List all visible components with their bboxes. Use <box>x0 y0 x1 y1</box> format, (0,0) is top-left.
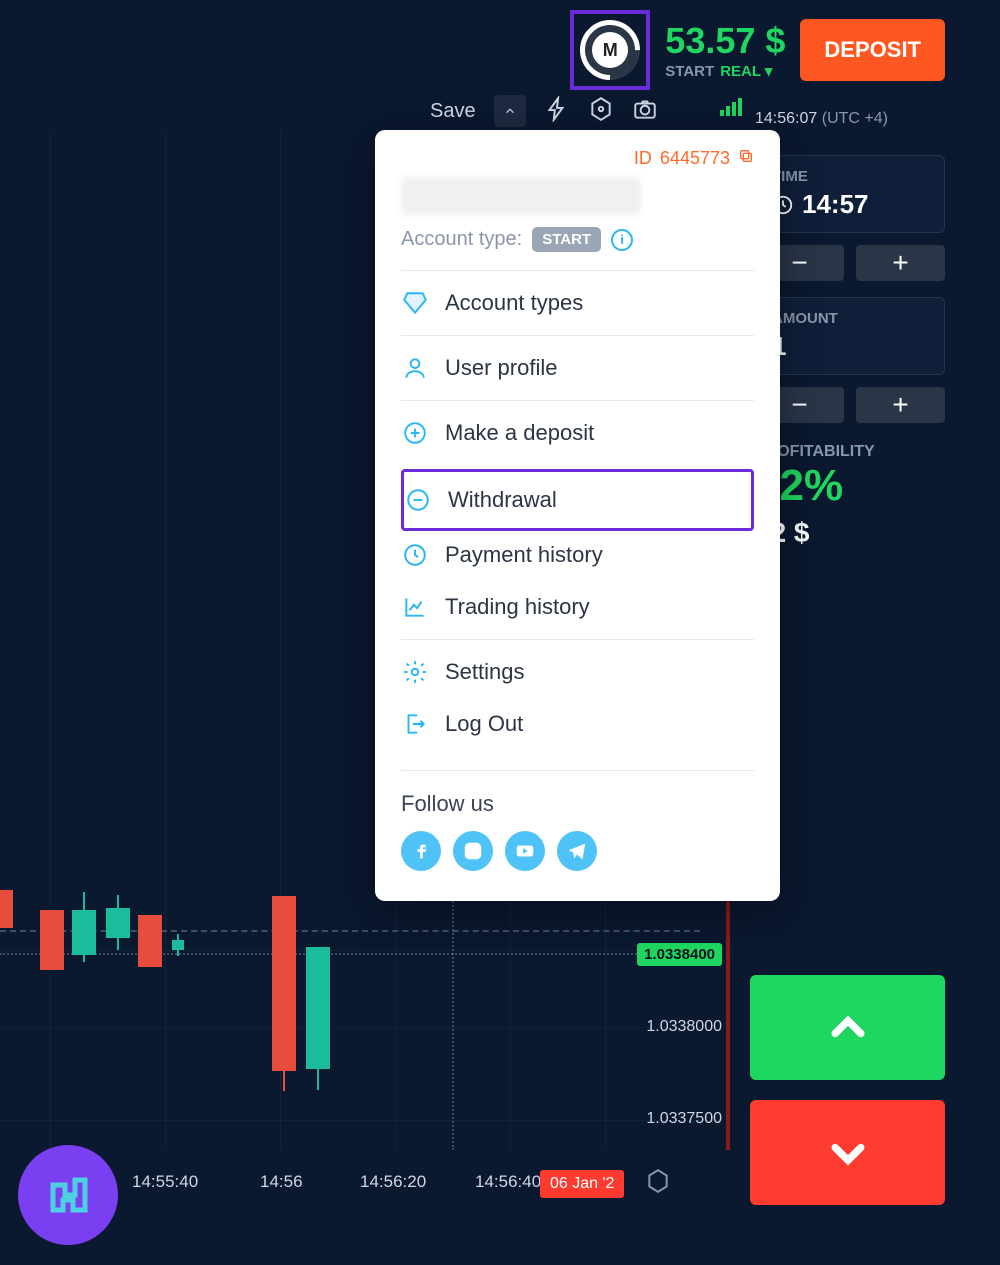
put-down-button[interactable] <box>750 1100 945 1205</box>
logout-icon <box>401 710 429 738</box>
copy-icon[interactable] <box>738 148 754 169</box>
clock-icon <box>401 541 429 569</box>
start-label: START <box>665 63 714 80</box>
time-label-0: 14:55:40 <box>132 1172 198 1192</box>
avatar-button[interactable]: M <box>580 20 640 80</box>
brand-logo[interactable] <box>18 1145 118 1245</box>
current-price-line <box>0 953 700 955</box>
account-type-badge: START <box>532 227 601 252</box>
menu-account-types[interactable]: Account types <box>401 270 754 335</box>
time-label-3: 14:56:40 <box>475 1172 541 1192</box>
account-mode-selector[interactable]: START REAL ▾ <box>665 62 785 80</box>
minus-circle-icon <box>404 486 432 514</box>
balance-amount: 53.57 $ <box>665 20 785 62</box>
facebook-icon[interactable] <box>401 831 441 871</box>
camera-icon[interactable] <box>632 96 658 127</box>
user-id: 6445773 <box>660 148 730 169</box>
chart-icon <box>401 593 429 621</box>
profitability-label: PROFITABILITY <box>755 443 945 461</box>
profitability-percent: 82% <box>755 461 945 511</box>
date-tag: 06 Jan '2 <box>540 1170 624 1198</box>
info-icon[interactable]: i <box>611 229 633 251</box>
menu-payment-history[interactable]: Payment history <box>401 535 754 587</box>
time-label-1: 14:56 <box>260 1172 303 1192</box>
price-label-0: 1.0338000 <box>646 1018 722 1036</box>
avatar-highlight: M <box>570 10 650 90</box>
signal-bars-icon <box>720 98 742 116</box>
youtube-icon[interactable] <box>505 831 545 871</box>
entry-line <box>0 930 700 932</box>
time-value: 14:57 <box>802 189 869 220</box>
amount-label: AMOUNT <box>772 310 928 327</box>
telegram-icon[interactable] <box>557 831 597 871</box>
call-up-button[interactable] <box>750 975 945 1080</box>
user-icon <box>401 354 429 382</box>
account-type-label: Account type: <box>401 228 522 251</box>
timezone-label: (UTC +4) <box>822 110 888 127</box>
amount-box[interactable]: AMOUNT 1 <box>755 297 945 375</box>
chevron-up-button[interactable] <box>494 95 526 127</box>
amount-plus-button[interactable]: + <box>856 387 945 423</box>
withdrawal-highlight: Withdrawal <box>401 469 754 531</box>
server-time: 14:56:07 <box>755 110 817 127</box>
time-label-2: 14:56:20 <box>360 1172 426 1192</box>
instagram-icon[interactable] <box>453 831 493 871</box>
time-box[interactable]: TIME 14:57 <box>755 155 945 233</box>
menu-trading-history[interactable]: Trading history <box>401 587 754 639</box>
plus-circle-icon <box>401 419 429 447</box>
price-label-1: 1.0337500 <box>646 1110 722 1128</box>
save-label[interactable]: Save <box>430 100 476 123</box>
gear-icon <box>401 658 429 686</box>
current-price-tag: 1.0338400 <box>637 943 722 966</box>
diamond-icon <box>401 289 429 317</box>
user-id-prefix: ID <box>634 148 652 169</box>
time-plus-button[interactable]: + <box>856 245 945 281</box>
menu-settings[interactable]: Settings <box>401 639 754 704</box>
menu-logout[interactable]: Log Out <box>401 704 754 756</box>
account-dropdown: ID 6445773 Account type: START i Account… <box>375 130 780 901</box>
chart-settings-hexagon-icon[interactable] <box>645 1168 671 1194</box>
menu-make-deposit[interactable]: Make a deposit <box>401 400 754 465</box>
profit-value: 32 $ <box>755 517 945 549</box>
deposit-button[interactable]: DEPOSIT <box>800 19 945 81</box>
bolt-icon[interactable] <box>544 96 570 127</box>
hexagon-icon[interactable] <box>588 96 614 127</box>
real-label: REAL ▾ <box>720 62 772 80</box>
user-name-blurred <box>401 177 641 215</box>
menu-user-profile[interactable]: User profile <box>401 335 754 400</box>
menu-withdrawal[interactable]: Withdrawal <box>404 474 745 526</box>
follow-us-label: Follow us <box>401 791 754 817</box>
time-label: TIME <box>772 168 928 185</box>
